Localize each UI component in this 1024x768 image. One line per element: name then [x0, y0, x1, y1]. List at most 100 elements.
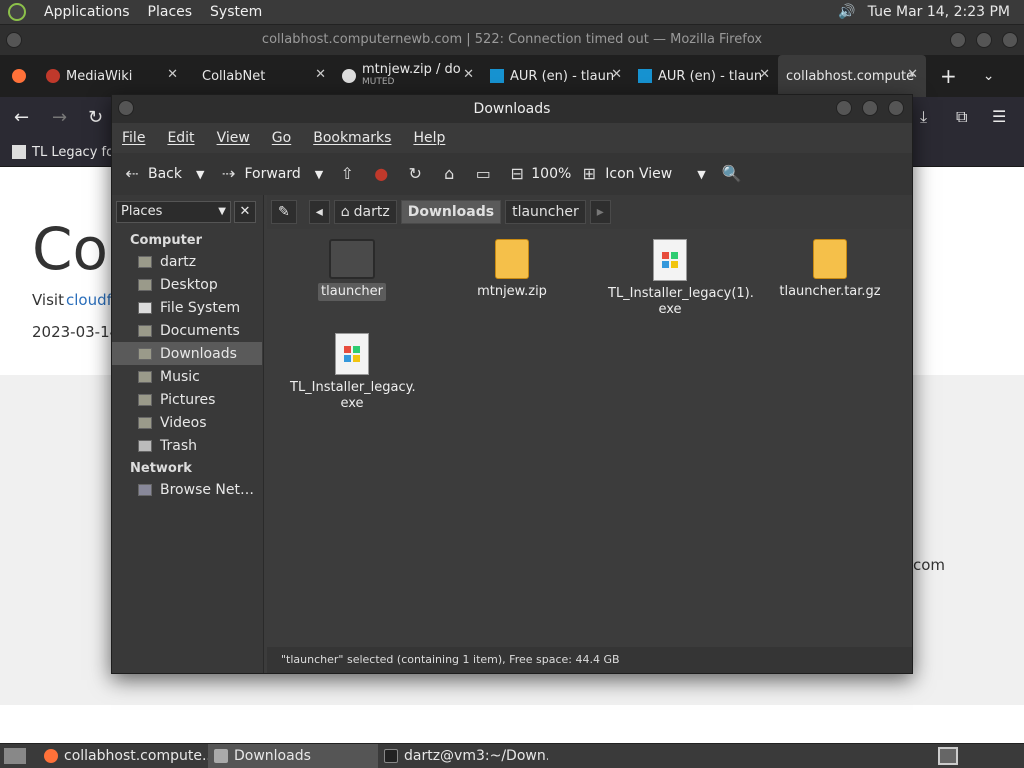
- tab-aur-1[interactable]: AUR (en) - tlaun ✕: [482, 55, 630, 97]
- close-tab-icon[interactable]: ✕: [463, 67, 474, 82]
- close-tab-icon[interactable]: ✕: [907, 67, 918, 82]
- firefox-view-icon[interactable]: [0, 69, 38, 83]
- minimize-icon[interactable]: [950, 32, 966, 48]
- fm-menu-view[interactable]: View: [217, 130, 250, 146]
- sidebar-item-downloads[interactable]: Downloads: [112, 342, 262, 365]
- zoom-out-icon[interactable]: ⊟: [507, 164, 527, 184]
- back-icon: ⇠: [125, 164, 139, 183]
- section-network: Network: [130, 461, 192, 476]
- page-link[interactable]: cloudf: [66, 291, 112, 309]
- task-terminal[interactable]: dartz@vm3:~/Down...: [378, 744, 548, 768]
- sidebar-close-icon[interactable]: ✕: [234, 201, 256, 223]
- fm-menu-go[interactable]: Go: [272, 130, 291, 146]
- firefox-title: collabhost.computernewb.com | 522: Conne…: [261, 32, 763, 47]
- file-item-tlauncher[interactable]: tlauncher: [287, 239, 417, 301]
- maximize-icon[interactable]: [976, 32, 992, 48]
- page-heading: Co: [32, 215, 108, 283]
- workspace-switcher-icon[interactable]: [938, 747, 958, 765]
- tab-mediawiki[interactable]: MediaWiki ✕: [38, 55, 186, 97]
- home-icon[interactable]: ⌂: [439, 164, 459, 184]
- forward-icon: ⇢: [221, 164, 236, 183]
- view-mode-dropdown-icon[interactable]: ▼: [697, 168, 705, 181]
- forward-arrow-icon[interactable]: →: [52, 107, 67, 128]
- sidebar-item-trash[interactable]: Trash: [112, 434, 262, 457]
- stop-icon[interactable]: ●: [371, 164, 391, 184]
- tab-aur-2[interactable]: AUR (en) - tlaun ✕: [630, 55, 778, 97]
- music-folder-icon: [138, 370, 152, 383]
- new-tab-icon[interactable]: +: [940, 64, 957, 88]
- back-button[interactable]: ⇠ Back ▼: [122, 164, 204, 184]
- path-dartz[interactable]: ⌂ dartz: [333, 200, 397, 224]
- path-downloads[interactable]: Downloads: [400, 200, 502, 224]
- computer-icon[interactable]: ▭: [473, 164, 493, 184]
- window-menu-icon[interactable]: [6, 32, 22, 48]
- volume-icon[interactable]: 🔊: [838, 4, 855, 20]
- fm-close-icon[interactable]: [888, 100, 904, 116]
- close-icon[interactable]: [1002, 32, 1018, 48]
- show-desktop-icon[interactable]: [4, 748, 26, 764]
- path-scroll-left-icon[interactable]: ◂: [308, 200, 330, 224]
- task-downloads[interactable]: Downloads: [208, 744, 378, 768]
- file-item-tl-installer[interactable]: TL_Installer_legacy. exe: [287, 333, 417, 413]
- fm-window-menu-icon[interactable]: [118, 100, 134, 116]
- sidebar-item-pictures[interactable]: Pictures: [112, 388, 262, 411]
- close-tab-icon[interactable]: ✕: [167, 67, 178, 82]
- forward-button[interactable]: ⇢ Forward ▼: [218, 164, 323, 184]
- tab-collabhost[interactable]: collabhost.compute ✕: [778, 55, 926, 97]
- archive-icon: [495, 239, 529, 279]
- sidebar-item-videos[interactable]: Videos: [112, 411, 262, 434]
- back-arrow-icon[interactable]: ←: [14, 107, 29, 128]
- fm-minimize-icon[interactable]: [836, 100, 852, 116]
- menu-places[interactable]: Places: [148, 4, 193, 20]
- view-mode-select[interactable]: Icon View: [605, 166, 697, 182]
- extensions-icon[interactable]: ⧉: [956, 107, 967, 127]
- bookmark-favicon-icon: [12, 145, 26, 159]
- sidebar-item-filesystem[interactable]: File System: [112, 296, 262, 319]
- page-date: 2023-03-14: [32, 323, 120, 341]
- home-folder-icon: [138, 255, 152, 268]
- tab-collabnet[interactable]: CollabNet ✕: [186, 55, 334, 97]
- search-icon[interactable]: 🔍: [722, 164, 742, 184]
- file-item-tl-installer-1[interactable]: TL_Installer_legacy(1). exe: [605, 239, 754, 319]
- reload-icon[interactable]: ↻: [405, 164, 425, 184]
- clock[interactable]: Tue Mar 14, 2:23 PM: [868, 4, 1010, 20]
- sidebar-item-desktop[interactable]: Desktop: [112, 273, 262, 296]
- list-tabs-icon[interactable]: ⌄: [983, 68, 995, 84]
- bookmark-tl-legacy[interactable]: TL Legacy for: [32, 145, 119, 160]
- fm-menu-help[interactable]: Help: [413, 130, 445, 146]
- terminal-icon: [384, 749, 398, 763]
- fm-menu-file[interactable]: File: [122, 130, 145, 146]
- file-item-mtnjew-zip[interactable]: mtnjew.zip: [447, 239, 577, 301]
- page-visit-text: Visit: [32, 291, 64, 309]
- sidebar-item-dartz[interactable]: dartz: [112, 250, 262, 273]
- sidebar-item-music[interactable]: Music: [112, 365, 262, 388]
- documents-folder-icon: [138, 324, 152, 337]
- pictures-folder-icon: [138, 393, 152, 406]
- reload-icon[interactable]: ↻: [88, 107, 103, 128]
- sidebar-item-browse-network[interactable]: Browse Net…: [112, 478, 262, 501]
- fm-maximize-icon[interactable]: [862, 100, 878, 116]
- close-tab-icon[interactable]: ✕: [611, 67, 622, 82]
- downloads-icon[interactable]: ⤓: [920, 107, 927, 127]
- task-firefox[interactable]: collabhost.compute...: [38, 744, 208, 768]
- mate-logo-icon[interactable]: [8, 3, 26, 21]
- menu-applications[interactable]: Applications: [44, 4, 130, 20]
- fm-menu-edit[interactable]: Edit: [167, 130, 194, 146]
- section-computer: Computer: [130, 233, 203, 248]
- zoom-in-icon[interactable]: ⊞: [579, 164, 599, 184]
- fm-menu-bookmarks[interactable]: Bookmarks: [313, 130, 391, 146]
- path-tlauncher[interactable]: tlauncher: [505, 200, 586, 224]
- back-dropdown-icon[interactable]: ▼: [196, 168, 204, 181]
- menu-hamburger-icon[interactable]: ☰: [992, 107, 1006, 126]
- path-scroll-right-icon[interactable]: ▸: [589, 200, 611, 224]
- up-icon[interactable]: ⇧: [337, 164, 357, 184]
- tab-mtnjew[interactable]: mtnjew.zip / do MUTED ✕: [334, 55, 482, 97]
- forward-dropdown-icon[interactable]: ▼: [315, 168, 323, 181]
- file-item-tlauncher-tar[interactable]: tlauncher.tar.gz: [765, 239, 895, 301]
- edit-location-icon[interactable]: ✎: [271, 200, 297, 224]
- menu-system[interactable]: System: [210, 4, 262, 20]
- close-tab-icon[interactable]: ✕: [759, 67, 770, 82]
- close-tab-icon[interactable]: ✕: [315, 67, 326, 82]
- sidebar-item-documents[interactable]: Documents: [112, 319, 262, 342]
- places-combo[interactable]: Places ▼: [116, 201, 231, 223]
